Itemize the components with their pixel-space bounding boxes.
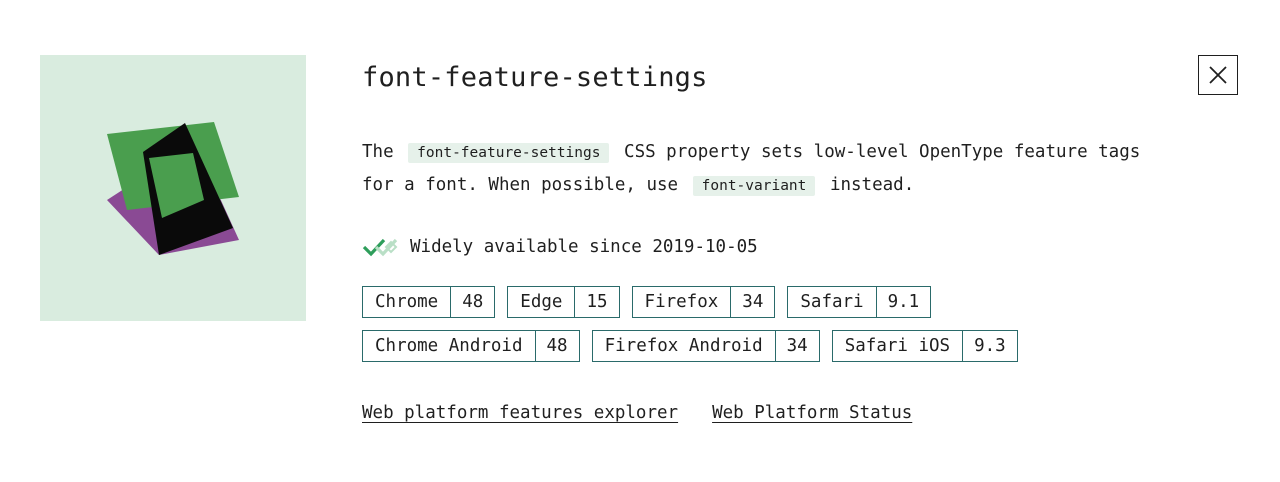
browser-name: Firefox Android	[593, 331, 776, 361]
page-title: font-feature-settings	[362, 62, 708, 93]
browser-version: 9.1	[887, 292, 920, 312]
browser-name: Safari iOS	[833, 331, 964, 361]
external-links: Web platform features explorer Web Platf…	[362, 398, 912, 428]
opentype-logo-icon	[107, 122, 239, 255]
browser-support-row: Chrome Android 48 Firefox Android 34 Saf…	[362, 330, 1018, 362]
browser-chip-chrome-android: Chrome Android 48	[362, 330, 580, 362]
browser-version: 15	[586, 292, 608, 312]
description-text: The	[362, 142, 394, 162]
browser-version: 48	[462, 292, 484, 312]
browser-version: 9.3	[974, 336, 1006, 356]
browser-name: Safari	[788, 287, 877, 317]
browser-chip-safari-ios: Safari iOS 9.3	[831, 330, 1018, 362]
close-button[interactable]	[1198, 55, 1238, 95]
browser-name: Chrome Android	[363, 331, 536, 361]
close-icon	[1209, 66, 1227, 84]
description-text: instead.	[829, 175, 915, 195]
browser-version: 48	[546, 336, 568, 356]
web-platform-status-link[interactable]: Web Platform Status	[712, 398, 912, 428]
browser-chip-edge: Edge 15	[507, 286, 620, 318]
feature-description: The font-feature-settings CSS property s…	[362, 136, 1182, 202]
status-text: Widely available since 2019-10-05	[410, 237, 758, 257]
property-code: font-feature-settings	[408, 143, 610, 163]
browser-name: Chrome	[363, 287, 452, 317]
browser-version: 34	[786, 336, 808, 356]
alternative-code: font-variant	[692, 176, 816, 196]
browser-name: Edge	[508, 287, 576, 317]
browser-chip-firefox: Firefox 34	[631, 286, 776, 318]
browser-support-row: Chrome 48 Edge 15 Firefox 34 Safari 9.1	[362, 286, 932, 318]
browser-chip-firefox-android: Firefox Android 34	[591, 330, 820, 362]
browser-name: Firefox	[633, 287, 732, 317]
browser-chip-chrome: Chrome 48	[362, 286, 496, 318]
baseline-status: Widely available since 2019-10-05	[362, 232, 758, 262]
browser-version: 34	[742, 292, 764, 312]
feature-illustration	[40, 55, 306, 321]
double-check-icon	[362, 236, 400, 258]
web-platform-explorer-link[interactable]: Web platform features explorer	[362, 398, 678, 428]
browser-chip-safari: Safari 9.1	[787, 286, 932, 318]
